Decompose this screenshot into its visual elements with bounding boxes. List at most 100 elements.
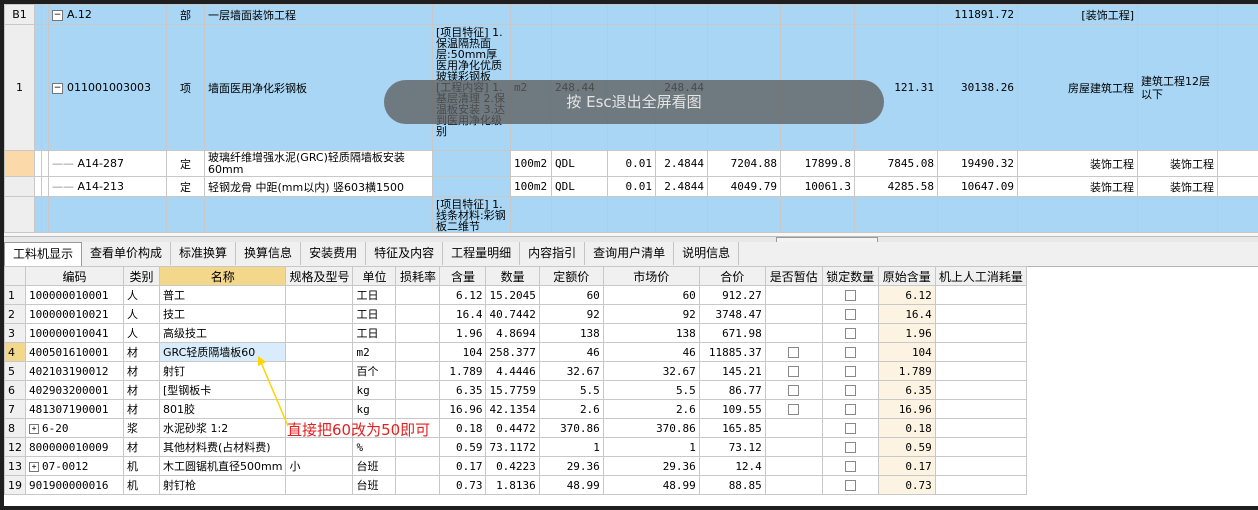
row-header[interactable]: 1 (4, 24, 35, 151)
category-cell[interactable]: 机 (123, 475, 160, 495)
loss-rate-cell[interactable] (395, 342, 441, 362)
tab-conversion-info[interactable]: 换算信息 (236, 242, 302, 265)
estimate-checkbox[interactable] (788, 385, 800, 396)
unit-price-cell[interactable]: 7845.08 (854, 150, 938, 177)
estimate-checkbox-cell[interactable] (764, 380, 823, 400)
content-cell[interactable]: 0.17 (439, 456, 487, 476)
spec-cell[interactable] (285, 361, 354, 381)
category-cell[interactable]: 材 (123, 361, 160, 381)
type-cell[interactable]: 定 (166, 150, 205, 177)
quantity-cell[interactable]: 1.8136 (485, 475, 540, 495)
name-cell[interactable]: 木工圆锯机直径500mm (158, 456, 287, 476)
category-cell[interactable]: 材 (123, 342, 160, 362)
total-price-cell[interactable]: 912.27 (698, 285, 766, 305)
market-price-cell[interactable]: 29.36 (602, 456, 700, 476)
code-cell[interactable]: 100000010001 (25, 285, 124, 305)
lock-checkbox-cell[interactable] (821, 285, 879, 305)
column-header[interactable]: 类别 (123, 266, 160, 286)
quota-price-cell[interactable]: 92 (538, 304, 604, 324)
lock-checkbox-cell[interactable] (821, 304, 879, 324)
qty-cell[interactable]: 0.01 (607, 150, 656, 177)
unit-price-cell[interactable]: 4285.58 (854, 176, 938, 197)
column-header[interactable]: 规格及型号 (285, 266, 354, 286)
type-cell[interactable]: 部 (166, 4, 205, 25)
name-cell[interactable]: 普工 (158, 285, 287, 305)
row-index-cell[interactable]: 2 (4, 304, 26, 324)
table-row[interactable]: 1 100000010001 人普工 工日 6.12 15.2045 60 60 912.27 6… (4, 285, 1027, 305)
category-cell[interactable]: 人 (123, 323, 160, 343)
price2-cell[interactable]: 17899.8 (780, 150, 855, 177)
market-price-cell[interactable]: 370.86 (602, 418, 700, 438)
category-cell[interactable]: [装饰工程] (1017, 4, 1138, 25)
loss-rate-cell[interactable] (395, 475, 441, 495)
table-row[interactable]: —— A14-213 定 轻钢龙骨 中距(mm以内) 竖603横1500 100… (4, 176, 1258, 197)
content-cell[interactable]: 6.35 (439, 380, 487, 400)
lock-checkbox[interactable] (844, 442, 856, 453)
column-header[interactable]: 机上人工消耗量 (934, 266, 1027, 286)
lock-checkbox[interactable] (844, 366, 856, 377)
column-header[interactable]: 定额价 (538, 266, 604, 286)
loss-rate-cell[interactable] (395, 304, 441, 324)
row-index-cell[interactable]: 1 (4, 285, 26, 305)
total-price-cell[interactable]: 165.85 (698, 418, 766, 438)
name-cell[interactable]: 技工 (158, 304, 287, 324)
row-header[interactable] (4, 150, 35, 177)
quota-price-cell[interactable]: 29.36 (538, 456, 604, 476)
lock-checkbox[interactable] (844, 461, 856, 472)
category-cell[interactable]: 浆 (123, 418, 160, 438)
lock-checkbox-cell[interactable] (821, 361, 879, 381)
table-row[interactable]: 13 +07-0012 机木工圆锯机直径500mm 小台班 0.17 0.4223 29.3… (4, 456, 1027, 476)
category-cell[interactable]: 人 (123, 304, 160, 324)
quota-price-cell[interactable]: 370.86 (538, 418, 604, 438)
code-cell[interactable]: 800000010009 (25, 437, 124, 457)
row-index-cell[interactable]: 6 (4, 380, 26, 400)
quantity-cell[interactable]: 0.4223 (485, 456, 540, 476)
column-header[interactable]: 市场价 (602, 266, 700, 286)
lock-checkbox[interactable] (844, 328, 856, 339)
tab-features-content[interactable]: 特征及内容 (366, 242, 444, 265)
total-price-cell[interactable]: 86.77 (698, 380, 766, 400)
estimate-checkbox-cell[interactable] (764, 399, 823, 419)
major-cell[interactable]: 装饰工程 (1137, 176, 1218, 197)
total-price-cell[interactable]: 11885.37 (698, 342, 766, 362)
market-price-cell[interactable]: 2.6 (602, 399, 700, 419)
table-row[interactable]: 5 402103190012 材射钉 百个 1.789 4.4446 32.67 32.67 1… (4, 361, 1027, 381)
price1-cell[interactable]: 7204.88 (707, 150, 781, 177)
estimate-checkbox-cell[interactable] (764, 456, 823, 476)
estimate-checkbox-cell[interactable] (764, 361, 823, 381)
code-cell[interactable]: 100000010041 (25, 323, 124, 343)
major-cell[interactable]: 建筑工程12层以下 (1137, 24, 1218, 151)
machine-labor-cell[interactable] (934, 380, 1027, 400)
code-cell[interactable]: 400501610001 (25, 342, 124, 362)
spec-cell[interactable]: 小 (285, 456, 354, 476)
name-cell[interactable]: 高级技工 (158, 323, 287, 343)
quantity-cell[interactable]: 73.1172 (485, 437, 540, 457)
category-cell[interactable]: 机 (123, 456, 160, 476)
machine-labor-cell[interactable] (934, 323, 1027, 343)
lock-checkbox-cell[interactable] (821, 323, 879, 343)
category-cell[interactable]: 房屋建筑工程 (1017, 24, 1138, 151)
table-row[interactable]: 6 402903200001 材 [型钢板卡 kg 6.35 15.7759 5.5 5.5 86… (4, 380, 1027, 400)
content-cell[interactable]: 16.4 (439, 304, 487, 324)
machine-labor-cell[interactable] (934, 304, 1027, 324)
total-price-cell[interactable]: 73.12 (698, 437, 766, 457)
market-price-cell[interactable]: 92 (602, 304, 700, 324)
column-header[interactable]: 含量 (439, 266, 487, 286)
row-index-cell[interactable]: 4 (4, 342, 26, 362)
market-price-cell[interactable]: 48.99 (602, 475, 700, 495)
unit-cell[interactable]: 100m2 (510, 176, 552, 197)
loss-rate-cell[interactable] (395, 285, 441, 305)
estimate-checkbox-cell[interactable] (764, 342, 823, 362)
category-cell[interactable]: 装饰工程 (1017, 150, 1138, 177)
column-header[interactable]: 锁定数量 (821, 266, 879, 286)
price2-cell[interactable]: 10061.3 (780, 176, 855, 197)
code-cell[interactable]: −011001003003 (48, 24, 167, 151)
category-cell[interactable]: 人 (123, 285, 160, 305)
qty-cell[interactable]: 0.01 (607, 176, 656, 197)
estimate-checkbox-cell[interactable] (764, 285, 823, 305)
estimate-checkbox[interactable] (788, 347, 800, 358)
spec-cell[interactable] (285, 285, 354, 305)
total-price-cell[interactable]: 88.85 (698, 475, 766, 495)
total-price-cell[interactable]: 145.21 (698, 361, 766, 381)
spec-cell[interactable] (285, 399, 354, 419)
